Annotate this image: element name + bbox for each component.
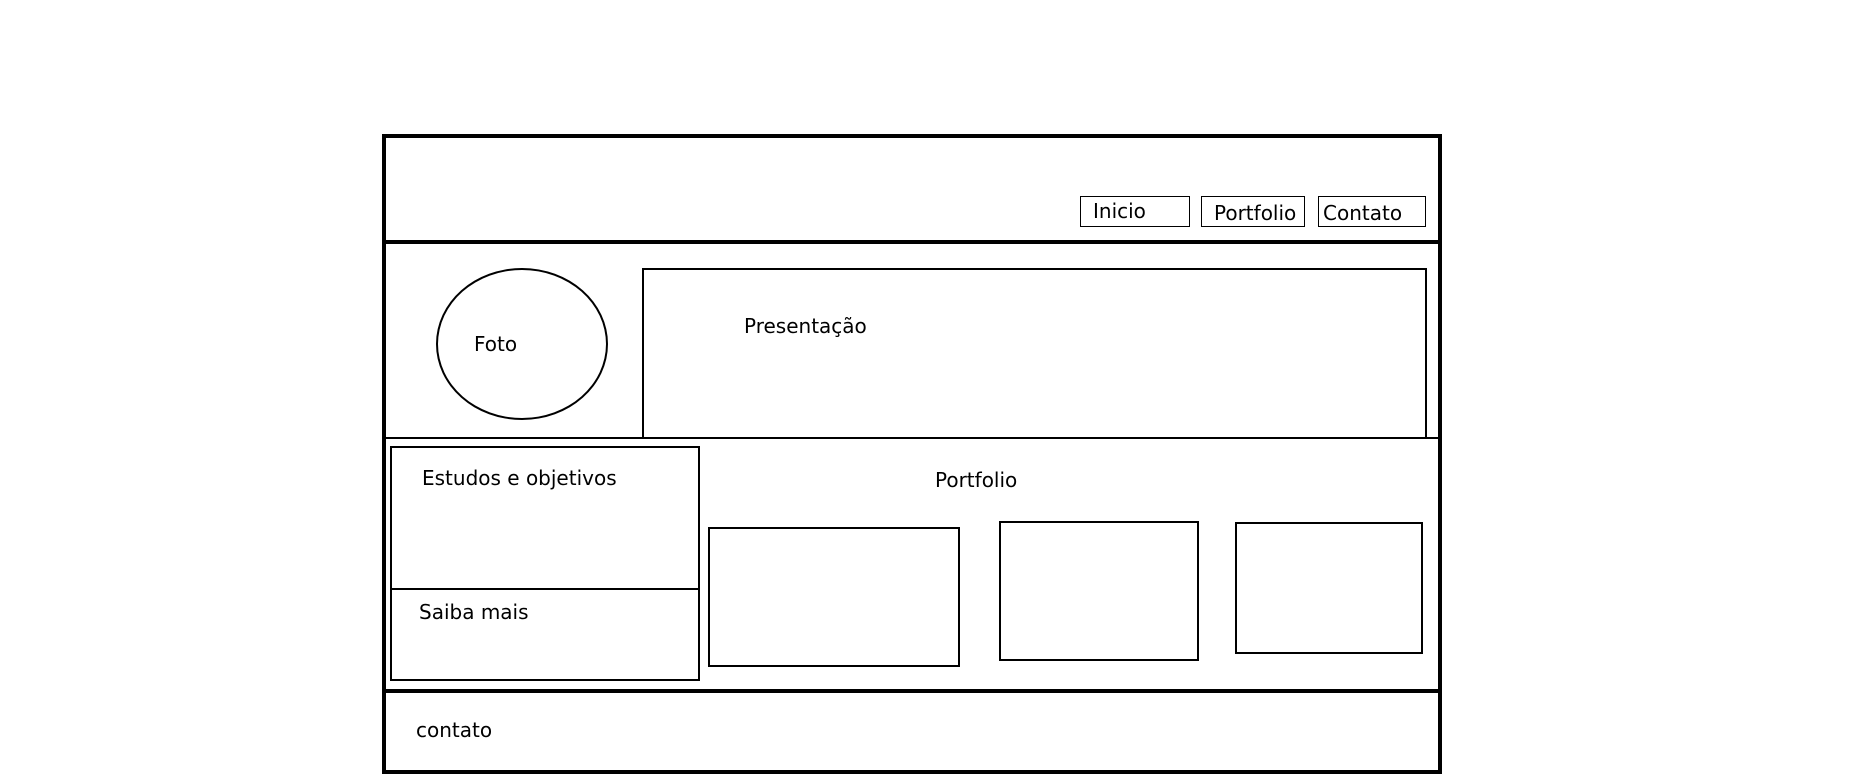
nav-portfolio-label: Portfolio [1214,201,1297,225]
footer-contact-label: contato [416,718,493,742]
nav-inicio-label: Inicio [1093,199,1146,223]
nav-inicio-button[interactable]: Inicio [1080,196,1190,227]
portfolio-item-1[interactable] [708,527,960,667]
learn-more-link[interactable]: Saiba mais [419,602,529,622]
portfolio-title: Portfolio [935,468,1018,492]
nav-portfolio-button[interactable]: Portfolio [1201,196,1305,227]
header-divider [382,240,1442,244]
photo-placeholder: Foto [436,268,608,420]
studies-box: Estudos e objetivos [390,446,700,681]
portfolio-item-3[interactable] [1235,522,1423,654]
portfolio-item-2[interactable] [999,521,1199,661]
wireframe-canvas: Inicio Portfolio Contato Foto Presentaçã… [0,0,1856,777]
photo-label: Foto [474,332,518,356]
nav-contato-button[interactable]: Contato [1318,196,1426,227]
presentation-label: Presentação [744,314,867,338]
studies-label: Estudos e objetivos [422,466,617,490]
studies-divider [390,588,700,590]
nav-contato-label: Contato [1323,201,1403,225]
footer-divider [382,689,1442,693]
presentation-box: Presentação [642,268,1427,439]
